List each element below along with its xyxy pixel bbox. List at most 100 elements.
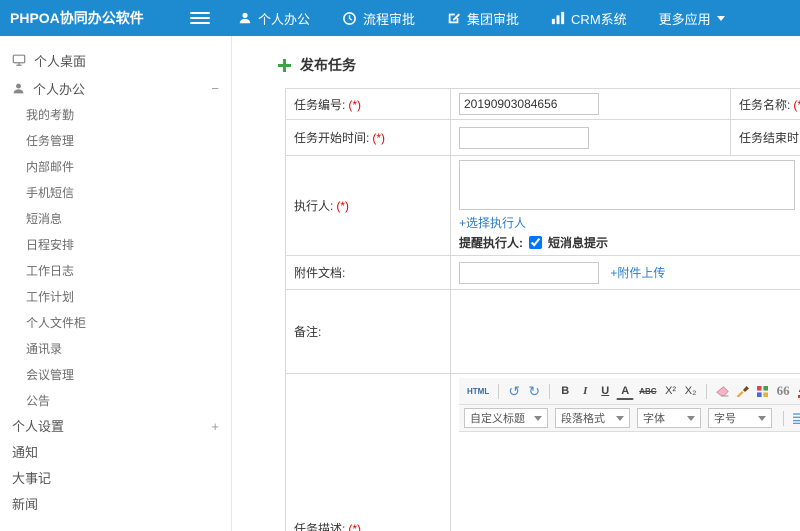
executor-label-cell: 执行人: (*) (285, 155, 451, 256)
required-mark: (*) (336, 199, 350, 213)
highlight-color-icon[interactable] (754, 382, 772, 401)
eraser-icon[interactable] (713, 382, 732, 401)
remind-executor-label: 提醒执行人: (459, 236, 523, 250)
nav-personal-office[interactable]: 个人办公 (222, 0, 326, 36)
italic-button[interactable]: I (576, 382, 594, 401)
sidebar-item-contacts[interactable]: 通讯录 (0, 336, 231, 362)
nav-label: 个人办公 (258, 11, 311, 27)
attachment-label: 附件文档: (294, 266, 346, 280)
edit-square-icon (448, 13, 460, 24)
sidebar-item-attendance[interactable]: 我的考勤 (0, 102, 231, 128)
caret-down-icon (616, 415, 624, 421)
sidebar-item-internal-mail[interactable]: 内部邮件 (0, 154, 231, 180)
redo-icon[interactable]: ↻ (525, 382, 543, 401)
toolbar-separator (705, 383, 707, 399)
strikethrough-button[interactable]: ABC (636, 382, 659, 401)
sidebar-item-meeting[interactable]: 会议管理 (0, 362, 231, 388)
caret-down-icon (758, 415, 766, 421)
sms-remind-label: 短消息提示 (548, 236, 609, 250)
description-label: 任务描述: (294, 521, 346, 531)
font-size-dropdown[interactable]: 字号 (708, 408, 772, 428)
nav-crm-system[interactable]: CRM系统 (535, 0, 643, 36)
editor-toolbar-row2: 自定义标题 段落格式 字体 字号 (459, 405, 800, 432)
menu-toggle-icon[interactable] (190, 12, 210, 24)
person-icon (239, 12, 251, 24)
nav-label: 集团审批 (467, 11, 520, 27)
person-icon (13, 83, 24, 93)
dropdown-label: 段落格式 (561, 413, 605, 425)
undo-icon[interactable]: ↺ (505, 382, 523, 401)
sidebar-item-work-log[interactable]: 工作日志 (0, 258, 231, 284)
task-name-label-cell: 任务名称:(*) (730, 88, 800, 120)
task-number-input[interactable] (459, 93, 599, 115)
description-editor-cell: HTML ↺ ↻ B I U A ABC X² X₂ 66 自定义标题 段落格式… (450, 373, 800, 531)
custom-title-dropdown[interactable]: 自定义标题 (464, 408, 548, 428)
editor-toolbar-row1: HTML ↺ ↻ B I U A ABC X² X₂ 66 (459, 378, 800, 405)
task-number-label: 任务编号: (294, 97, 346, 112)
blockquote-button[interactable]: 66 (774, 382, 793, 401)
sidebar-item-announcement[interactable]: 公告 (0, 388, 231, 414)
required-mark: (*) (348, 521, 362, 531)
nav-label: 更多应用 (658, 11, 711, 27)
bold-button[interactable]: B (556, 382, 574, 401)
task-name-label: 任务名称: (739, 97, 791, 112)
attachment-label-cell: 附件文档: (285, 255, 451, 290)
sidebar-item-task-management[interactable]: 任务管理 (0, 128, 231, 154)
collapse-icon[interactable]: − (211, 81, 219, 96)
dropdown-label: 字体 (643, 413, 665, 425)
caret-down-icon (716, 15, 725, 21)
attachment-input[interactable] (459, 261, 599, 284)
top-nav: 个人办公 流程审批 集团审批 CRM系统 更多应用 (222, 0, 741, 36)
font-color-button[interactable]: A (795, 382, 800, 401)
start-time-label: 任务开始时间: (294, 131, 370, 145)
remark-cell (450, 289, 800, 374)
html-source-button[interactable]: HTML (464, 382, 492, 401)
sidebar-item-sms[interactable]: 手机短信 (0, 180, 231, 206)
sidebar-item-personal-office[interactable]: 个人办公 − (0, 74, 231, 102)
sms-remind-checkbox[interactable] (529, 236, 542, 249)
topbar: PHPOA协同办公软件 个人办公 流程审批 集团审批 CRM系统 更多应用 (0, 0, 800, 36)
end-time-label-cell: 任务结束时间:(*) (730, 119, 800, 156)
task-number-cell (450, 88, 731, 120)
sidebar-item-events[interactable]: 大事记 (0, 466, 231, 492)
sidebar-item-news[interactable]: 新闻 (0, 492, 231, 518)
sidebar-item-notice[interactable]: 通知 (0, 440, 231, 466)
nav-label: CRM系统 (571, 11, 627, 27)
start-time-label-cell: 任务开始时间: (*) (285, 119, 451, 156)
executor-textarea[interactable] (459, 160, 795, 210)
editor-content-area[interactable] (459, 432, 800, 531)
toolbar-separator (783, 410, 784, 426)
sidebar-item-file-cabinet[interactable]: 个人文件柜 (0, 310, 231, 336)
nav-workflow-approval[interactable]: 流程审批 (326, 0, 431, 36)
sidebar-item-work-plan[interactable]: 工作计划 (0, 284, 231, 310)
sidebar-item-desktop[interactable]: 个人桌面 (0, 46, 231, 74)
dropdown-label: 自定义标题 (470, 413, 525, 425)
select-executor-link[interactable]: +选择执行人 (459, 214, 526, 231)
toolbar-separator (498, 383, 500, 399)
nav-group-approval[interactable]: 集团审批 (431, 0, 535, 36)
sidebar-item-schedule[interactable]: 日程安排 (0, 232, 231, 258)
nav-more-apps[interactable]: 更多应用 (643, 0, 741, 36)
format-painter-icon[interactable] (734, 382, 752, 401)
sidebar-item-settings[interactable]: 个人设置 + (0, 414, 231, 440)
remark-textarea[interactable] (459, 294, 800, 364)
underline-button[interactable]: U (596, 382, 614, 401)
paragraph-format-dropdown[interactable]: 段落格式 (555, 408, 630, 428)
page-header: 发布任务 (278, 52, 800, 78)
required-mark: (*) (372, 131, 386, 145)
superscript-button[interactable]: X² (662, 382, 680, 401)
subscript-button[interactable]: X₂ (682, 382, 700, 401)
expand-icon[interactable]: + (211, 414, 219, 440)
font-family-dropdown[interactable]: 字体 (637, 408, 701, 428)
description-label-cell: 任务描述: (*) (285, 373, 451, 531)
align-left-icon[interactable] (790, 409, 800, 428)
sidebar-item-label: 个人桌面 (34, 53, 87, 69)
caret-down-icon (687, 415, 695, 421)
executor-label: 执行人: (294, 199, 334, 213)
upload-attachment-link[interactable]: +附件上传 (610, 264, 665, 281)
sidebar-item-short-message[interactable]: 短消息 (0, 206, 231, 232)
toolbar-separator (549, 383, 551, 399)
font-style-button[interactable]: A (616, 383, 635, 400)
remark-label: 备注: (294, 325, 322, 339)
start-time-input[interactable] (459, 126, 589, 149)
